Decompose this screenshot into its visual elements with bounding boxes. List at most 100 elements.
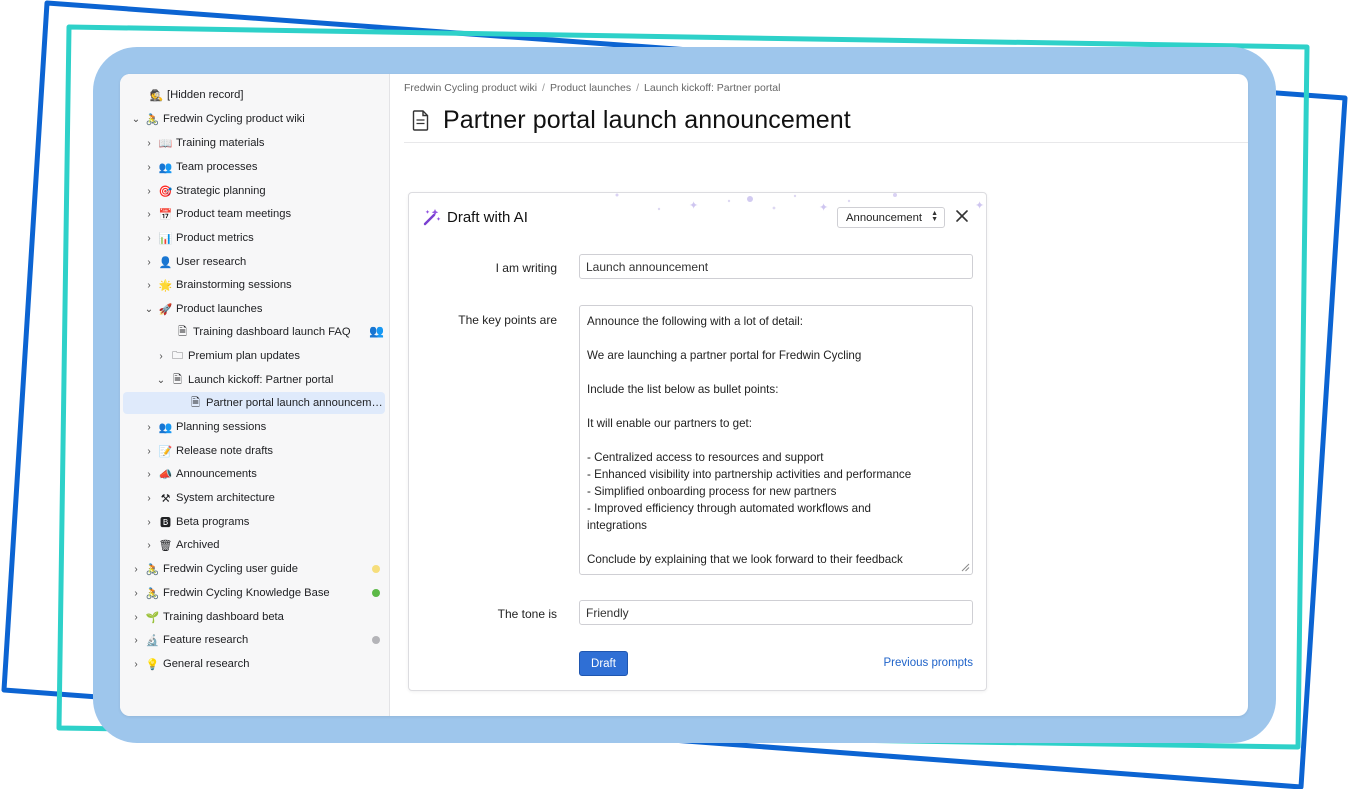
sidebar-item-label: Product metrics	[176, 232, 254, 244]
breadcrumb-separator: /	[636, 82, 640, 94]
breadcrumb-link[interactable]: Fredwin Cycling product wiki	[404, 82, 537, 94]
sidebar-item-system-architecture[interactable]: › ⚒ System architecture	[123, 487, 385, 509]
previous-prompts-link[interactable]: Previous prompts	[884, 657, 973, 669]
sidebar-item-label: Product launches	[176, 303, 263, 315]
sidebar-item-label: General research	[163, 658, 250, 670]
sidebar-item-label: User research	[176, 256, 247, 268]
sidebar-item-beta-programs[interactable]: › 🅱 Beta programs	[123, 511, 385, 533]
chevron-right-icon[interactable]: ›	[144, 186, 154, 197]
sidebar-item-label: Brainstorming sessions	[176, 279, 292, 291]
magic-wand-icon	[423, 209, 441, 226]
chevron-right-icon[interactable]: ›	[156, 351, 166, 362]
sidebar-item-label: Planning sessions	[176, 421, 267, 433]
chevron-right-icon[interactable]: ›	[144, 517, 154, 528]
sidebar: 🕵 [Hidden record] ⌄ 🚴 Fredwin Cycling pr…	[120, 74, 390, 716]
sidebar-item-product-launches[interactable]: ⌄ 🚀 Product launches	[123, 298, 385, 320]
sidebar-item-training-dashboard-faq[interactable]: 🗎 Training dashboard launch FAQ 👥	[123, 321, 385, 343]
chevron-right-icon[interactable]: ›	[144, 257, 154, 268]
key-points-line: Conclude by explaining that we look forw…	[587, 553, 903, 566]
sidebar-item-product-team-meetings[interactable]: › 📅 Product team meetings	[123, 203, 385, 225]
sidebar-item-announcements[interactable]: › 📣 Announcements	[123, 463, 385, 485]
spy-icon: 🕵	[149, 89, 164, 102]
document-icon	[412, 110, 429, 131]
chevron-right-icon[interactable]: ›	[144, 280, 154, 291]
sidebar-item-label: Product team meetings	[176, 208, 292, 220]
resize-handle-icon[interactable]	[961, 563, 970, 572]
key-points-label: The key points are	[458, 313, 557, 327]
sidebar-item-label: Launch kickoff: Partner portal	[188, 374, 334, 386]
tone-input[interactable]: Friendly	[579, 600, 973, 625]
sidebar-item-feature-research[interactable]: › 🔬 Feature research	[123, 629, 385, 651]
chevron-right-icon[interactable]: ›	[144, 469, 154, 480]
status-dot	[372, 589, 380, 597]
draft-button[interactable]: Draft	[579, 651, 628, 676]
sidebar-item-label: Archived	[176, 539, 220, 551]
sidebar-item-archived[interactable]: › 🗑 Archived	[123, 534, 385, 556]
key-points-line: Include the list below as bullet points:	[587, 383, 779, 396]
sidebar-item-premium-plan-updates[interactable]: › 🗀 Premium plan updates	[123, 345, 385, 367]
people-icon: 👥	[158, 161, 173, 174]
chevron-right-icon[interactable]: ›	[131, 612, 141, 623]
document-icon: 🗎	[191, 396, 200, 409]
sidebar-item-label: [Hidden record]	[167, 89, 244, 101]
chevron-right-icon[interactable]: ›	[131, 659, 141, 670]
sidebar-item-label: Training dashboard launch FAQ	[193, 326, 351, 338]
trash-icon: 🗑	[158, 539, 173, 552]
sidebar-item-user-guide[interactable]: › 🚴 Fredwin Cycling user guide	[123, 558, 385, 580]
bar-chart-icon: 📊	[158, 232, 173, 245]
chevron-down-icon[interactable]: ⌄	[144, 304, 154, 315]
chevron-right-icon[interactable]: ›	[144, 493, 154, 504]
sidebar-item-user-research[interactable]: › 👤 User research	[123, 251, 385, 273]
chevron-right-icon[interactable]: ›	[144, 540, 154, 551]
sidebar-item-label: System architecture	[176, 492, 275, 504]
breadcrumb-link[interactable]: Product launches	[550, 82, 631, 94]
megaphone-icon: 📣	[158, 468, 173, 481]
chevron-down-icon[interactable]: ⌄	[156, 375, 166, 386]
sidebar-item-training-materials[interactable]: › 📖 Training materials	[123, 132, 385, 154]
chevron-right-icon[interactable]: ›	[144, 138, 154, 149]
writing-input[interactable]: Launch announcement	[579, 254, 973, 279]
tools-icon: ⚒	[160, 492, 171, 505]
status-dot	[372, 565, 380, 573]
chevron-right-icon[interactable]: ›	[131, 635, 141, 646]
sidebar-item-product-wiki[interactable]: ⌄ 🚴 Fredwin Cycling product wiki	[123, 108, 385, 130]
chevron-right-icon[interactable]: ›	[144, 446, 154, 457]
sidebar-item-release-note-drafts[interactable]: › 📝 Release note drafts	[123, 440, 385, 462]
sidebar-item-training-dashboard-beta[interactable]: › 🌱 Training dashboard beta	[123, 606, 385, 628]
folder-icon: 🗀	[172, 349, 183, 362]
sidebar-item-partner-portal-announcement[interactable]: 🗎 Partner portal launch announcement	[123, 392, 385, 414]
chevron-right-icon[interactable]: ›	[144, 209, 154, 220]
chevron-right-icon[interactable]: ›	[131, 564, 141, 575]
key-points-textarea[interactable]: Announce the following with a lot of det…	[579, 305, 973, 575]
key-points-line: - Simplified onboarding process for new …	[587, 485, 837, 498]
sidebar-item-general-research[interactable]: › 💡 General research	[123, 653, 385, 675]
sidebar-item-strategic-planning[interactable]: › 🎯 Strategic planning	[123, 180, 385, 202]
chevron-right-icon[interactable]: ›	[144, 422, 154, 433]
chevron-right-icon[interactable]: ›	[144, 233, 154, 244]
status-dot	[372, 636, 380, 644]
screenshot-stage: 🕵 [Hidden record] ⌄ 🚴 Fredwin Cycling pr…	[0, 0, 1366, 789]
sidebar-item-hidden-record[interactable]: 🕵 [Hidden record]	[123, 84, 385, 106]
seedling-icon: 🌱	[145, 611, 160, 624]
breadcrumb-link[interactable]: Launch kickoff: Partner portal	[644, 82, 780, 94]
key-points-line: Announce the following with a lot of det…	[587, 315, 803, 328]
page-title: Partner portal launch announcement	[443, 106, 851, 134]
chevron-right-icon[interactable]: ›	[144, 162, 154, 173]
chevron-right-icon[interactable]: ›	[131, 588, 141, 599]
key-points-line	[587, 534, 965, 551]
prompt-type-select[interactable]: Announcement ▲ ▼	[837, 207, 945, 228]
sidebar-item-team-processes[interactable]: › 👥 Team processes	[123, 156, 385, 178]
sidebar-item-planning-sessions[interactable]: › 👥 Planning sessions	[123, 416, 385, 438]
people-icon: 👥	[158, 421, 173, 434]
sidebar-item-launch-kickoff[interactable]: ⌄ 🗎 Launch kickoff: Partner portal	[123, 369, 385, 391]
draft-with-ai-panel: ✦ ✦ ✦ Draft with AI Announcement ▲ ▼ I a…	[408, 192, 987, 691]
sidebar-item-brainstorming-sessions[interactable]: › 🌟 Brainstorming sessions	[123, 274, 385, 296]
header-divider	[404, 142, 1248, 143]
close-icon[interactable]	[954, 208, 970, 224]
shared-users-icon[interactable]: 👥	[369, 324, 384, 338]
sidebar-item-label: Strategic planning	[176, 185, 266, 197]
sidebar-item-label: Premium plan updates	[188, 350, 300, 362]
sidebar-item-product-metrics[interactable]: › 📊 Product metrics	[123, 227, 385, 249]
chevron-down-icon[interactable]: ⌄	[131, 114, 141, 125]
sidebar-item-knowledge-base[interactable]: › 🚴 Fredwin Cycling Knowledge Base	[123, 582, 385, 604]
